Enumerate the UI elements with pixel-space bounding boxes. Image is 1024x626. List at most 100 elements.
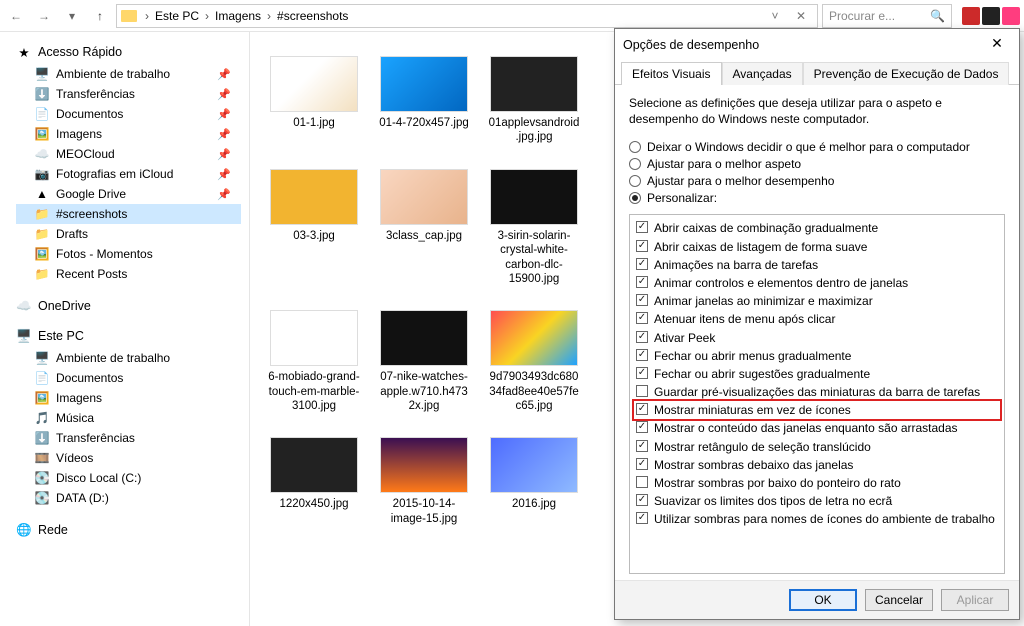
file-name: 01-4-720x457.jpg — [378, 116, 470, 130]
sidebar-item[interactable]: ▲Google Drive📌 — [16, 184, 241, 204]
checkbox-icon — [636, 512, 648, 524]
checkbox-option[interactable]: Mostrar miniaturas em vez de ícones — [636, 401, 998, 419]
sidebar-item[interactable]: ⬇️Transferências — [16, 428, 241, 448]
checkbox-option[interactable]: Animar controlos e elementos dentro de j… — [636, 274, 998, 292]
checkbox-option[interactable]: Animações na barra de tarefas — [636, 256, 998, 274]
nav-forward-button[interactable]: → — [32, 4, 56, 28]
radio-option[interactable]: Deixar o Windows decidir o que é melhor … — [629, 140, 1005, 154]
sidebar-item-label: Transferências — [56, 431, 135, 445]
pin-icon: 📌 — [217, 128, 231, 141]
sidebar-item[interactable]: 🖼️Imagens📌 — [16, 124, 241, 144]
dialog-title: Opções de desempenho — [623, 38, 759, 52]
sidebar-item[interactable]: 🎵Música — [16, 408, 241, 428]
checkbox-option[interactable]: Abrir caixas de listagem de forma suave — [636, 238, 998, 256]
checkbox-icon — [636, 221, 648, 233]
nav-back-button[interactable]: ← — [4, 4, 28, 28]
folder-icon: 📁 — [34, 226, 50, 242]
apply-button[interactable]: Aplicar — [941, 589, 1009, 611]
file-item[interactable]: 01-4-720x457.jpg — [378, 56, 470, 145]
tray-app-icon[interactable] — [1002, 7, 1020, 25]
address-bar[interactable]: › Este PC › Imagens › #screenshots ˅ ✕ — [116, 4, 818, 28]
tray-app-icon[interactable] — [962, 7, 980, 25]
file-item[interactable]: 2016.jpg — [488, 437, 580, 526]
file-item[interactable]: 3-sirin-solarin-crystal-white-carbon-dlc… — [488, 169, 580, 287]
checkbox-label: Fechar ou abrir menus gradualmente — [654, 348, 851, 364]
tray-app-icon[interactable] — [982, 7, 1000, 25]
file-thumbnail — [490, 437, 578, 493]
file-item[interactable]: 01-1.jpg — [268, 56, 360, 145]
sidebar-onedrive[interactable]: ☁️ OneDrive — [16, 298, 241, 314]
sidebar-item[interactable]: 🎞️Vídeos — [16, 448, 241, 468]
dialog-close-button[interactable]: ✕ — [983, 35, 1011, 55]
search-input[interactable]: Procurar e... 🔍 — [822, 4, 952, 28]
sidebar-item[interactable]: 📷Fotografias em iCloud📌 — [16, 164, 241, 184]
checkbox-option[interactable]: Mostrar o conteúdo das janelas enquanto … — [636, 419, 998, 437]
options-listbox[interactable]: Abrir caixas de combinação gradualmenteA… — [629, 214, 1005, 574]
sidebar-item-label: DATA (D:) — [56, 491, 109, 505]
sidebar-item[interactable]: 🖥️Ambiente de trabalho — [16, 348, 241, 368]
radio-option[interactable]: Ajustar para o melhor desempenho — [629, 174, 1005, 188]
file-item[interactable]: 3class_cap.jpg — [378, 169, 470, 287]
cancel-button[interactable]: Cancelar — [865, 589, 933, 611]
file-item[interactable]: 9d7903493dc68034fad8ee40e57fec65.jpg — [488, 310, 580, 413]
file-item[interactable]: 6-mobiado-grand-touch-em-marble-3100.jpg — [268, 310, 360, 413]
checkbox-option[interactable]: Mostrar sombras por baixo do ponteiro do… — [636, 474, 998, 492]
file-item[interactable]: 1220x450.jpg — [268, 437, 360, 526]
file-item[interactable]: 07-nike-watches-apple.w710.h4732x.jpg — [378, 310, 470, 413]
sidebar-item[interactable]: 📄Documentos — [16, 368, 241, 388]
sidebar-item[interactable]: 📁Drafts — [16, 224, 241, 244]
sidebar-item[interactable]: 📁#screenshots — [16, 204, 241, 224]
performance-options-dialog: Opções de desempenho ✕ Efeitos VisuaisAv… — [614, 28, 1020, 620]
checkbox-option[interactable]: Ativar Peek — [636, 329, 998, 347]
breadcrumb-seg[interactable]: Imagens — [213, 9, 263, 23]
file-name: 2016.jpg — [488, 497, 580, 511]
radio-option[interactable]: Personalizar: — [629, 191, 1005, 205]
sidebar-item[interactable]: 📁Recent Posts — [16, 264, 241, 284]
checkbox-option[interactable]: Abrir caixas de combinação gradualmente — [636, 219, 998, 237]
sidebar-item[interactable]: 💽Disco Local (C:) — [16, 468, 241, 488]
file-item[interactable]: 2015-10-14-image-15.jpg — [378, 437, 470, 526]
radio-option[interactable]: Ajustar para o melhor aspeto — [629, 157, 1005, 171]
folder-icon: 📄 — [34, 106, 50, 122]
close-icon[interactable]: ✕ — [789, 9, 813, 23]
file-thumbnail — [380, 169, 468, 225]
breadcrumb-seg[interactable]: #screenshots — [275, 9, 350, 23]
sidebar-item[interactable]: ☁️MEOCloud📌 — [16, 144, 241, 164]
checkbox-option[interactable]: Fechar ou abrir sugestões gradualmente — [636, 365, 998, 383]
dialog-tab[interactable]: Avançadas — [722, 62, 803, 85]
sidebar-this-pc[interactable]: 🖥️ Este PC — [16, 328, 241, 344]
checkbox-option[interactable]: Utilizar sombras para nomes de ícones do… — [636, 510, 998, 528]
sidebar-item[interactable]: 🖼️Fotos - Momentos — [16, 244, 241, 264]
breadcrumb-seg[interactable]: Este PC — [153, 9, 201, 23]
dialog-tab[interactable]: Efeitos Visuais — [621, 62, 722, 85]
file-name: 9d7903493dc68034fad8ee40e57fec65.jpg — [488, 370, 580, 413]
sidebar-item[interactable]: 🖼️Imagens — [16, 388, 241, 408]
checkbox-option[interactable]: Suavizar os limites dos tipos de letra n… — [636, 492, 998, 510]
checkbox-option[interactable]: Guardar pré-visualizações das miniaturas… — [636, 383, 998, 401]
sidebar-item[interactable]: 🖥️Ambiente de trabalho📌 — [16, 64, 241, 84]
file-item[interactable]: 03-3.jpg — [268, 169, 360, 287]
sidebar-item[interactable]: 📄Documentos📌 — [16, 104, 241, 124]
radio-label: Ajustar para o melhor desempenho — [647, 174, 834, 188]
ok-button[interactable]: OK — [789, 589, 857, 611]
checkbox-option[interactable]: Mostrar retângulo de seleção translúcido — [636, 438, 998, 456]
dialog-tab[interactable]: Prevenção de Execução de Dados — [803, 62, 1010, 85]
checkbox-option[interactable]: Animar janelas ao minimizar e maximizar — [636, 292, 998, 310]
sidebar-item-label: Transferências — [56, 87, 135, 101]
file-name: 01-1.jpg — [268, 116, 360, 130]
file-name: 2015-10-14-image-15.jpg — [378, 497, 470, 526]
nav-up-button[interactable]: ↑ — [88, 4, 112, 28]
sidebar-item[interactable]: 💽DATA (D:) — [16, 488, 241, 508]
checkbox-option[interactable]: Atenuar itens de menu após clicar — [636, 310, 998, 328]
chevron-right-icon: › — [203, 9, 211, 23]
checkbox-icon — [636, 331, 648, 343]
checkbox-option[interactable]: Mostrar sombras debaixo das janelas — [636, 456, 998, 474]
checkbox-option[interactable]: Fechar ou abrir menus gradualmente — [636, 347, 998, 365]
sidebar-item[interactable]: ⬇️Transferências📌 — [16, 84, 241, 104]
nav-recent-button[interactable]: ▾ — [60, 4, 84, 28]
file-item[interactable]: 01applevsandroid.jpg.jpg — [488, 56, 580, 145]
chevron-down-icon[interactable]: ˅ — [763, 9, 787, 23]
sidebar-network[interactable]: 🌐 Rede — [16, 522, 241, 538]
sidebar-quick-access[interactable]: ★ Acesso Rápido — [16, 44, 241, 60]
folder-icon: ☁️ — [34, 146, 50, 162]
